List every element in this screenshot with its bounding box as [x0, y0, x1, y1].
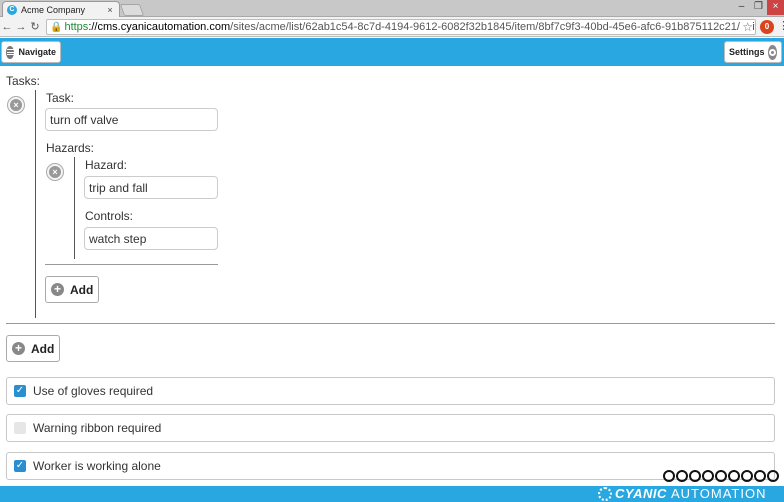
- check-row-alone[interactable]: ✓ Worker is working alone: [6, 452, 775, 480]
- navigate-label: Navigate: [18, 47, 56, 57]
- task-input[interactable]: [45, 108, 218, 131]
- minimize-button[interactable]: –: [733, 0, 750, 15]
- brand-sub: AUTOMATION: [671, 486, 767, 501]
- tab-close-icon[interactable]: ×: [105, 5, 115, 15]
- remove-icon: ×: [49, 166, 61, 178]
- hazards-label: Hazards:: [46, 141, 95, 155]
- remove-icon: ×: [10, 99, 22, 111]
- hazard-group-line: [74, 157, 75, 259]
- add-task-button[interactable]: + Add: [6, 335, 61, 362]
- tasks-label: Tasks:: [6, 74, 41, 88]
- brand-logo: CYANIC AUTOMATION: [615, 486, 766, 501]
- hazard-divider: [45, 264, 218, 265]
- task-group-line: [35, 90, 36, 318]
- app-header: Navigate Settings: [0, 38, 784, 66]
- controls-label: Controls:: [85, 209, 134, 223]
- browser-menu-icon[interactable]: ⋮: [778, 19, 784, 32]
- browser-tab-title: Acme Company: [21, 4, 86, 15]
- cyanic-logo-icon: [598, 487, 612, 501]
- task-divider: [6, 323, 775, 324]
- task-label: Task:: [46, 91, 75, 105]
- address-bar[interactable]: 🔒 https ://cms.cyanicautomation.com /sit…: [46, 19, 756, 35]
- browser-toolbar: ← → ↻ 🔒 https ://cms.cyanicautomation.co…: [0, 17, 784, 37]
- plus-icon: +: [12, 342, 25, 355]
- brand-dots-icon: [663, 470, 779, 482]
- check-row-gloves[interactable]: ✓ Use of gloves required: [6, 377, 775, 405]
- checkbox-gloves[interactable]: ✓: [14, 385, 26, 397]
- checkbox-alone[interactable]: ✓: [14, 460, 26, 472]
- extension-icon[interactable]: 0: [760, 20, 774, 34]
- settings-button[interactable]: Settings: [724, 41, 782, 63]
- check-row-ribbon[interactable]: Warning ribbon required: [6, 414, 775, 442]
- new-tab-button[interactable]: [119, 4, 145, 16]
- lock-icon: 🔒: [50, 21, 63, 33]
- check-label-ribbon: Warning ribbon required: [33, 421, 162, 435]
- restore-button[interactable]: ❐: [750, 0, 767, 15]
- url-domain: ://cms.cyanicautomation.com: [88, 21, 231, 33]
- controls-input[interactable]: [84, 227, 218, 250]
- navigate-button[interactable]: Navigate: [1, 41, 61, 63]
- check-label-alone: Worker is working alone: [33, 459, 161, 473]
- browser-tab[interactable]: C Acme Company ×: [2, 1, 120, 17]
- url-path: /sites/acme/list/62ab1c54-8c7d-4194-9612…: [230, 21, 756, 33]
- settings-label: Settings: [729, 47, 765, 57]
- brand-main: CYANIC: [615, 486, 667, 501]
- bookmark-star-icon[interactable]: ☆: [740, 20, 753, 34]
- hazard-label: Hazard:: [85, 158, 128, 172]
- reload-icon[interactable]: ↻: [28, 20, 42, 33]
- window-close-button[interactable]: ×: [767, 0, 784, 15]
- hamburger-icon: [6, 45, 15, 59]
- gear-icon: [767, 44, 777, 60]
- add-task-label: Add: [31, 341, 55, 356]
- hazard-input[interactable]: [84, 176, 218, 199]
- site-favicon-icon: C: [7, 4, 17, 15]
- forward-arrow-icon[interactable]: →: [14, 21, 28, 33]
- check-label-gloves: Use of gloves required: [33, 384, 154, 398]
- remove-hazard-button[interactable]: ×: [46, 163, 64, 181]
- back-arrow-icon[interactable]: ←: [0, 21, 14, 33]
- browser-tab-bar: C Acme Company × – ❐ ×: [0, 0, 784, 17]
- window-controls: – ❐ ×: [733, 0, 784, 15]
- add-hazard-label: Add: [70, 282, 94, 297]
- checkbox-ribbon[interactable]: [14, 422, 26, 434]
- url-scheme: https: [64, 21, 89, 33]
- plus-icon: +: [51, 283, 64, 296]
- add-hazard-button[interactable]: + Add: [45, 276, 100, 303]
- remove-task-button[interactable]: ×: [7, 96, 25, 114]
